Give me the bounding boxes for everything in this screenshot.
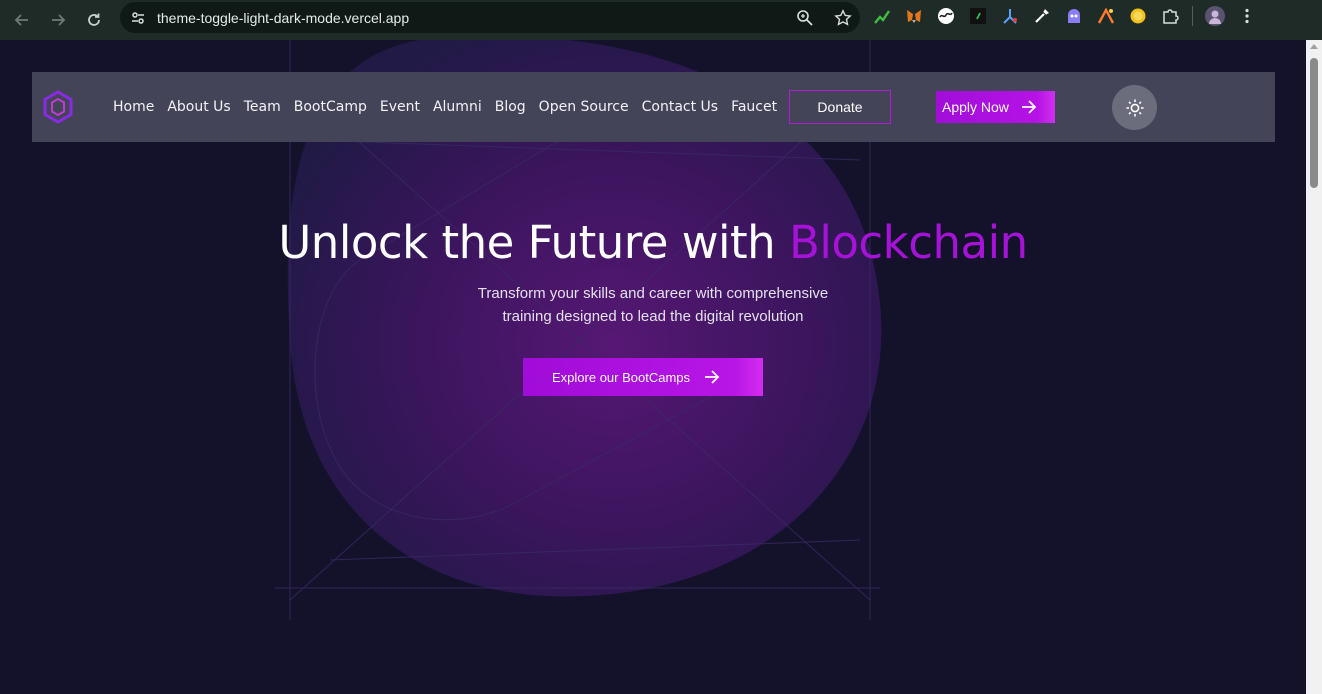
explore-bootcamps-label: Explore our BootCamps (552, 369, 691, 385)
arrow-right-icon (1021, 100, 1037, 114)
page-scrollbar[interactable] (1306, 40, 1322, 694)
main-nav: Home About Us Team BootCamp Event Alumni… (113, 72, 790, 142)
hero-subtitle: Transform your skills and career with co… (453, 282, 853, 328)
arrow-right-icon (705, 370, 720, 384)
kebab-menu-icon[interactable] (1237, 6, 1257, 26)
chart-extension-icon[interactable] (872, 6, 892, 26)
back-button[interactable] (4, 4, 40, 36)
arrow-right-icon (52, 14, 66, 26)
puzzle-icon[interactable] (1160, 6, 1180, 26)
page-viewport: Home About Us Team BootCamp Event Alumni… (0, 40, 1306, 694)
url-text[interactable]: theme-toggle-light-dark-mode.vercel.app (157, 10, 409, 26)
hero-title-accent: Blockchain (789, 216, 1028, 269)
sun-icon (1126, 99, 1143, 116)
zoom-icon[interactable] (796, 9, 814, 27)
forward-button[interactable] (40, 4, 76, 36)
nav-alumni[interactable]: Alumni (433, 99, 482, 115)
reload-icon (88, 13, 100, 26)
network-extension-icon[interactable] (1000, 6, 1020, 26)
nav-blog[interactable]: Blog (495, 99, 526, 115)
robot-extension-icon[interactable] (1064, 6, 1084, 26)
eyedropper-icon[interactable] (1032, 6, 1052, 26)
apply-now-button[interactable]: Apply Now (936, 91, 1055, 123)
tune-icon (132, 11, 144, 24)
reload-button[interactable] (76, 4, 112, 36)
nav-about-us[interactable]: About Us (167, 99, 230, 115)
spark-extension-icon[interactable] (1096, 6, 1116, 26)
hero-subtitle-line1: Transform your skills and career with co… (477, 285, 829, 302)
wave-extension-icon[interactable] (936, 6, 956, 26)
nav-bootcamp[interactable]: BootCamp (294, 99, 367, 115)
hexagon-logo-icon[interactable] (42, 90, 74, 124)
hero-title-prefix: Unlock the Future with (278, 216, 776, 269)
nav-team[interactable]: Team (244, 99, 281, 115)
metamask-fox-icon[interactable] (904, 6, 924, 26)
nav-contact-us[interactable]: Contact Us (642, 99, 718, 115)
address-bar[interactable]: theme-toggle-light-dark-mode.vercel.app (120, 2, 860, 33)
extensions-bar (872, 4, 1257, 28)
scroll-up-arrow[interactable] (1310, 44, 1318, 49)
avatar[interactable] (1205, 6, 1225, 26)
toolbar-divider (1192, 6, 1193, 26)
donate-label: Donate (817, 99, 863, 115)
nav-home[interactable]: Home (113, 99, 154, 115)
nav-event[interactable]: Event (380, 99, 420, 115)
hero-subtitle-line2: training designed to lead the digital re… (502, 308, 804, 325)
donate-button[interactable]: Donate (789, 90, 891, 124)
browser-toolbar: theme-toggle-light-dark-mode.vercel.app (0, 0, 1322, 40)
hero-title: Unlock the Future with Blockchain (0, 216, 1306, 269)
scrollbar-thumb[interactable] (1310, 58, 1318, 188)
apply-now-label: Apply Now (942, 99, 1009, 115)
star-icon[interactable] (834, 8, 852, 27)
site-info-button[interactable] (122, 2, 154, 34)
coin-extension-icon[interactable] (1128, 6, 1148, 26)
nav-open-source[interactable]: Open Source (539, 99, 629, 115)
arrow-left-icon (14, 14, 28, 26)
explore-bootcamps-button[interactable]: Explore our BootCamps (523, 358, 763, 396)
terminal-extension-icon[interactable] (968, 6, 988, 26)
site-header: Home About Us Team BootCamp Event Alumni… (32, 72, 1275, 142)
theme-toggle-button[interactable] (1112, 85, 1157, 130)
nav-faucet[interactable]: Faucet (731, 99, 777, 115)
